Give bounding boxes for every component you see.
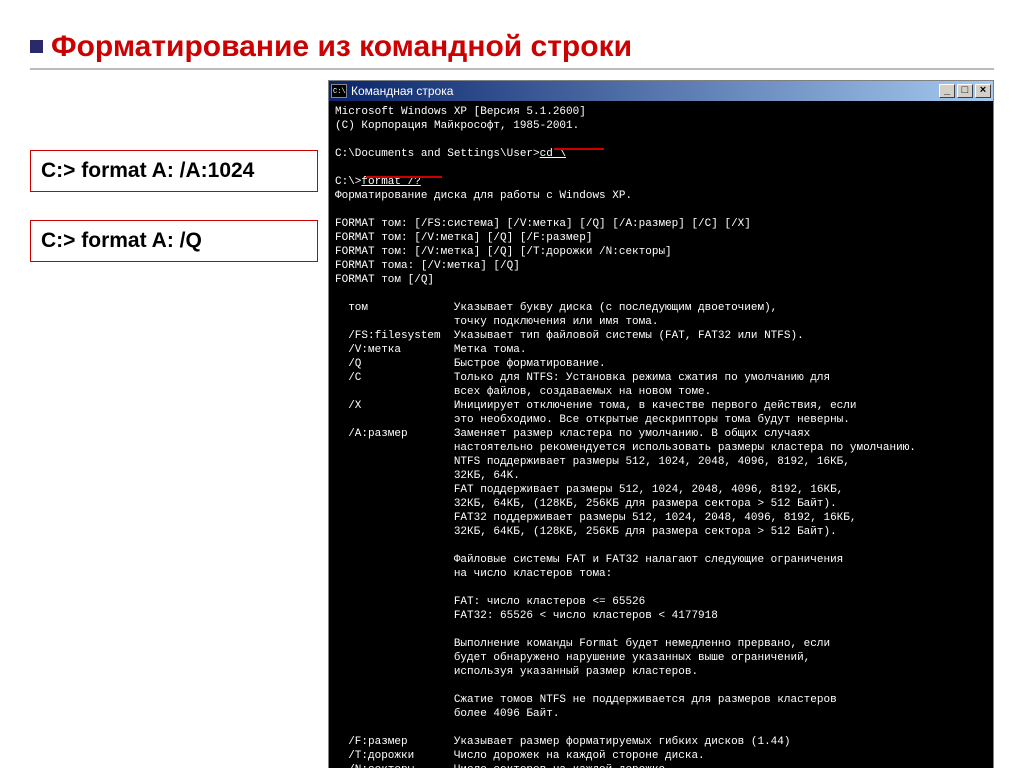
- console-output: Microsoft Windows XP [Версия 5.1.2600] (…: [329, 101, 993, 768]
- console-line: 32КБ, 64K.: [335, 470, 520, 482]
- slide-title: Форматирование из командной строки: [30, 30, 994, 64]
- console-line: на число кластеров тома:: [335, 568, 612, 580]
- maximize-button[interactable]: □: [957, 84, 973, 98]
- example-command-1: C:> format A: /A:1024: [30, 150, 318, 192]
- window-titlebar[interactable]: Командная строка _ □ ×: [329, 81, 993, 101]
- console-line: FORMAT том: [/V:метка] [/Q] [/T:дорожки …: [335, 246, 672, 258]
- console-line: /V:метка Метка тома.: [335, 344, 526, 356]
- console-line: /N:секторы Число секторов на каждой доро…: [335, 764, 672, 768]
- slide: Форматирование из командной строки C:> f…: [0, 0, 1024, 768]
- left-column: C:> format A: /A:1024 C:> format A: /Q: [30, 80, 328, 290]
- title-underline: [30, 68, 994, 70]
- title-bullet-icon: [30, 40, 43, 53]
- console-line: NTFS поддерживает размеры 512, 1024, 204…: [335, 456, 850, 468]
- console-line: 32КБ, 64КБ, (128КБ, 256КБ для размера се…: [335, 526, 837, 538]
- console-line: (С) Корпорация Майкрософт, 1985-2001.: [335, 120, 579, 132]
- console-line: FAT поддерживает размеры 512, 1024, 2048…: [335, 484, 843, 496]
- console-line: Microsoft Windows XP [Версия 5.1.2600]: [335, 106, 586, 118]
- console-line: FORMAT тома: [/V:метка] [/Q]: [335, 260, 520, 272]
- cmd-icon: [331, 84, 347, 98]
- console-line: FORMAT том [/Q]: [335, 274, 434, 286]
- console-line: FORMAT том: [/FS:система] [/V:метка] [/Q…: [335, 218, 751, 230]
- console-line: /C Только для NTFS: Установка режима сжа…: [335, 372, 830, 384]
- console-line: /F:размер Указывает размер форматируемых…: [335, 736, 790, 748]
- console-line: том Указывает букву диска (с последующим…: [335, 302, 777, 314]
- title-text: Форматирование из командной строки: [51, 30, 632, 63]
- red-underline-2: [366, 176, 442, 178]
- console-line: /A:размер Заменяет размер кластера по ум…: [335, 428, 810, 440]
- console-line: Файловые системы FAT и FAT32 налагают сл…: [335, 554, 843, 566]
- red-underline-1: [554, 148, 604, 150]
- console-line: 32КБ, 64КБ, (128КБ, 256КБ для размера се…: [335, 498, 837, 510]
- console-line: используя указанный размер кластеров.: [335, 666, 698, 678]
- minimize-button[interactable]: _: [939, 84, 955, 98]
- console-line: всех файлов, создаваемых на новом томе.: [335, 386, 711, 398]
- right-column: Командная строка _ □ × Microsoft Windows…: [328, 80, 994, 768]
- close-button[interactable]: ×: [975, 84, 991, 98]
- window-buttons: _ □ ×: [939, 84, 991, 98]
- console-line: /T:дорожки Число дорожек на каждой сторо…: [335, 750, 705, 762]
- console-line: FORMAT том: [/V:метка] [/Q] [/F:размер]: [335, 232, 592, 244]
- console-line: FAT32: 65526 < число кластеров < 4177918: [335, 610, 718, 622]
- example-command-2: C:> format A: /Q: [30, 220, 318, 262]
- console-line: будет обнаружено нарушение указанных выш…: [335, 652, 810, 664]
- console-line: Сжатие томов NTFS не поддерживается для …: [335, 694, 837, 706]
- console-line: /FS:filesystem Указывает тип файловой си…: [335, 330, 804, 342]
- console-line: /X Инициирует отключение тома, в качеств…: [335, 400, 857, 412]
- command-prompt-window: Командная строка _ □ × Microsoft Windows…: [328, 80, 994, 768]
- window-title: Командная строка: [351, 84, 939, 98]
- console-line: FAT32 поддерживает размеры 512, 1024, 20…: [335, 512, 857, 524]
- console-line: настоятельно рекомендуется использовать …: [335, 442, 916, 454]
- console-line: FAT: число кластеров <= 65526: [335, 596, 645, 608]
- console-line: Форматирование диска для работы с Window…: [335, 190, 632, 202]
- console-line: C:\Documents and Settings\User>: [335, 148, 540, 160]
- console-line: C:\>: [335, 176, 361, 188]
- console-line: это необходимо. Все открытые дескрипторы…: [335, 414, 850, 426]
- content-row: C:> format A: /A:1024 C:> format A: /Q К…: [30, 80, 994, 768]
- console-line: Выполнение команды Format будет немедлен…: [335, 638, 830, 650]
- console-line: /Q Быстрое форматирование.: [335, 358, 606, 370]
- console-line: точку подключения или имя тома.: [335, 316, 658, 328]
- console-line: более 4096 Байт.: [335, 708, 559, 720]
